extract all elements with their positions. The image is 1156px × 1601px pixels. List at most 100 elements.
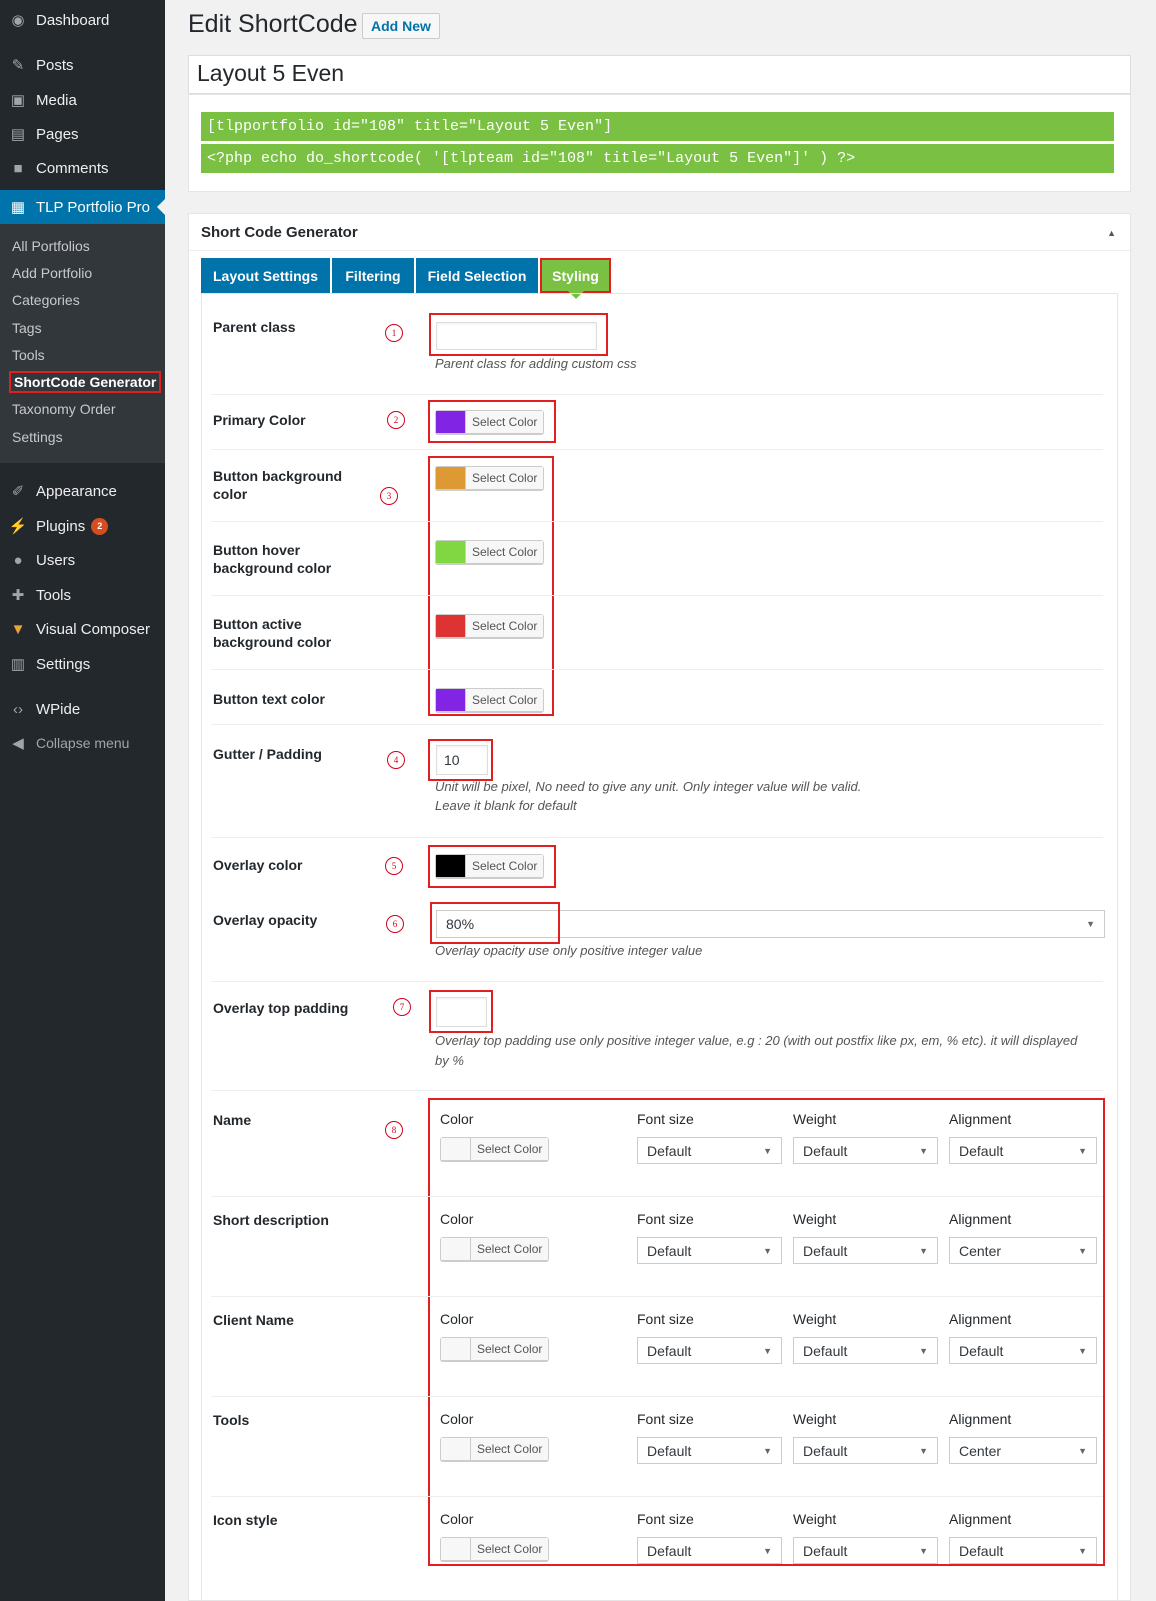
button-hover-color-picker[interactable]: Select Color [435, 540, 545, 564]
menu-settings[interactable]: ▥ Settings [0, 647, 165, 681]
add-new-button[interactable]: Add New [362, 13, 440, 39]
submenu-tags[interactable]: Tags [12, 320, 42, 336]
color-field-label: Color [440, 1211, 474, 1227]
typography-color-picker[interactable]: Select Color [440, 1337, 550, 1361]
color-swatch [436, 467, 466, 489]
typography-color-picker[interactable]: Select Color [440, 1537, 550, 1561]
divider [211, 981, 1103, 982]
shortcode-text[interactable]: [tlpportfolio id="108" title="Layout 5 E… [201, 112, 1114, 141]
admin-sidebar: ◉ Dashboard ✎ Posts ▣ Media ▤ Pages ■ Comment… [0, 0, 165, 1601]
overlay-top-padding-input[interactable] [436, 997, 487, 1027]
color-field-label: Color [440, 1511, 474, 1527]
font-size-select[interactable]: Default ▼ [637, 1537, 782, 1564]
typography-color-picker[interactable]: Select Color [440, 1137, 550, 1161]
submenu-all-portfolios[interactable]: All Portfolios [12, 238, 90, 254]
weight-select[interactable]: Default ▼ [793, 1137, 938, 1164]
menu-comments[interactable]: ■ Comments [0, 151, 165, 185]
tab-styling[interactable]: Styling [540, 258, 611, 299]
portfolio-icon: ▦ [10, 199, 26, 216]
weight-select[interactable]: Default ▼ [793, 1337, 938, 1364]
brush-icon: ✐ [11, 483, 25, 500]
menu-media[interactable]: ▣ Media [0, 83, 165, 117]
submenu-tools[interactable]: Tools [12, 347, 45, 363]
button-text-color-picker[interactable]: Select Color [435, 688, 545, 712]
font-size-select[interactable]: Default ▼ [637, 1437, 782, 1464]
menu-dashboard[interactable]: ◉ Dashboard [0, 3, 165, 37]
menu-plugins[interactable]: ⚡ Plugins 2 [0, 509, 165, 543]
overlay-opacity-label: Overlay opacity [213, 912, 318, 928]
divider [211, 1496, 1103, 1497]
panel-title[interactable]: Short Code Generator ▲ [189, 214, 1130, 251]
page-title: Edit ShortCode [188, 10, 358, 38]
divider [211, 837, 1103, 838]
button-active-color-picker[interactable]: Select Color [435, 614, 545, 638]
dropdown-arrow-icon: ▼ [763, 1445, 772, 1456]
dropdown-arrow-icon: ▼ [763, 1545, 772, 1556]
weight-field-label: Weight [793, 1311, 837, 1327]
submenu-settings[interactable]: Settings [12, 429, 63, 445]
overlay-color-picker[interactable]: Select Color [435, 854, 545, 878]
submenu-add-portfolio[interactable]: Add Portfolio [12, 265, 92, 281]
menu-users[interactable]: ● Users [0, 543, 165, 577]
tab-field-selection[interactable]: Field Selection [416, 258, 538, 293]
submenu-categories[interactable]: Categories [12, 292, 80, 308]
overlay-opacity-desc: Overlay opacity use only positive intege… [435, 943, 703, 958]
color-swatch [441, 1238, 471, 1260]
menu-appearance[interactable]: ✐ Appearance [0, 474, 165, 508]
tab-layout-settings[interactable]: Layout Settings [201, 258, 330, 293]
divider [211, 1296, 1103, 1297]
font-size-field-label: Font size [637, 1211, 694, 1227]
font-size-field-label: Font size [637, 1511, 694, 1527]
button-bg-color-label: Button background color [213, 468, 343, 502]
weight-field-label: Weight [793, 1111, 837, 1127]
post-title-input[interactable]: Layout 5 Even [188, 55, 1131, 94]
alignment-select[interactable]: Default ▼ [949, 1137, 1097, 1164]
divider [211, 1396, 1103, 1397]
button-bg-color-picker[interactable]: Select Color [435, 466, 545, 490]
divider [211, 724, 1103, 725]
font-size-select[interactable]: Default ▼ [637, 1137, 782, 1164]
typography-color-picker[interactable]: Select Color [440, 1437, 550, 1461]
divider [211, 449, 1103, 450]
weight-select[interactable]: Default ▼ [793, 1537, 938, 1564]
submenu-shortcode-generator[interactable]: ShortCode Generator [9, 371, 162, 393]
collapse-arrow-icon[interactable]: ▲ [1107, 228, 1116, 238]
php-shortcode-text[interactable]: <?php echo do_shortcode( '[tlpteam id="1… [201, 144, 1114, 173]
color-swatch [441, 1338, 471, 1360]
alignment-select[interactable]: Center ▼ [949, 1237, 1097, 1264]
alignment-select[interactable]: Default ▼ [949, 1337, 1097, 1364]
font-size-select[interactable]: Default ▼ [637, 1237, 782, 1264]
typography-row-label: Client Name [213, 1312, 294, 1328]
divider [211, 521, 1103, 522]
menu-tools[interactable]: ✚ Tools [0, 578, 165, 612]
parent-class-input[interactable] [436, 322, 597, 350]
typography-color-picker[interactable]: Select Color [440, 1237, 550, 1261]
menu-posts[interactable]: ✎ Posts [0, 48, 165, 82]
overlay-top-padding-desc-2: by % [435, 1053, 464, 1068]
parent-class-label: Parent class [213, 319, 296, 335]
wrench-icon: ✚ [11, 587, 25, 604]
menu-pages[interactable]: ▤ Pages [0, 117, 165, 151]
weight-select[interactable]: Default ▼ [793, 1437, 938, 1464]
button-active-color-label: Button active background color [213, 616, 332, 650]
divider [211, 669, 1103, 670]
dropdown-arrow-icon: ▼ [919, 1245, 928, 1256]
submenu-taxonomy-order[interactable]: Taxonomy Order [12, 401, 115, 417]
dropdown-arrow-icon: ▼ [1078, 1145, 1087, 1156]
alignment-select[interactable]: Default ▼ [949, 1537, 1097, 1564]
menu-tlp-portfolio-pro[interactable]: ▦ TLP Portfolio Pro [0, 190, 165, 224]
font-size-select[interactable]: Default ▼ [637, 1337, 782, 1364]
menu-visual-composer[interactable]: ▼ Visual Composer [0, 612, 165, 646]
parent-class-desc: Parent class for adding custom css [435, 356, 637, 371]
dropdown-arrow-icon: ▼ [1078, 1245, 1087, 1256]
gutter-input[interactable]: 10 [436, 745, 488, 775]
primary-color-picker[interactable]: Select Color [435, 410, 545, 434]
alignment-select[interactable]: Center ▼ [949, 1437, 1097, 1464]
menu-collapse[interactable]: ◀ Collapse menu [0, 726, 165, 760]
tab-filtering[interactable]: Filtering [332, 258, 414, 293]
dropdown-arrow-icon: ▼ [919, 1145, 928, 1156]
pages-icon: ▤ [10, 126, 26, 143]
menu-wpide[interactable]: ‹› WPide [0, 692, 165, 726]
weight-select[interactable]: Default ▼ [793, 1237, 938, 1264]
annotation-number: 4 [387, 751, 405, 769]
